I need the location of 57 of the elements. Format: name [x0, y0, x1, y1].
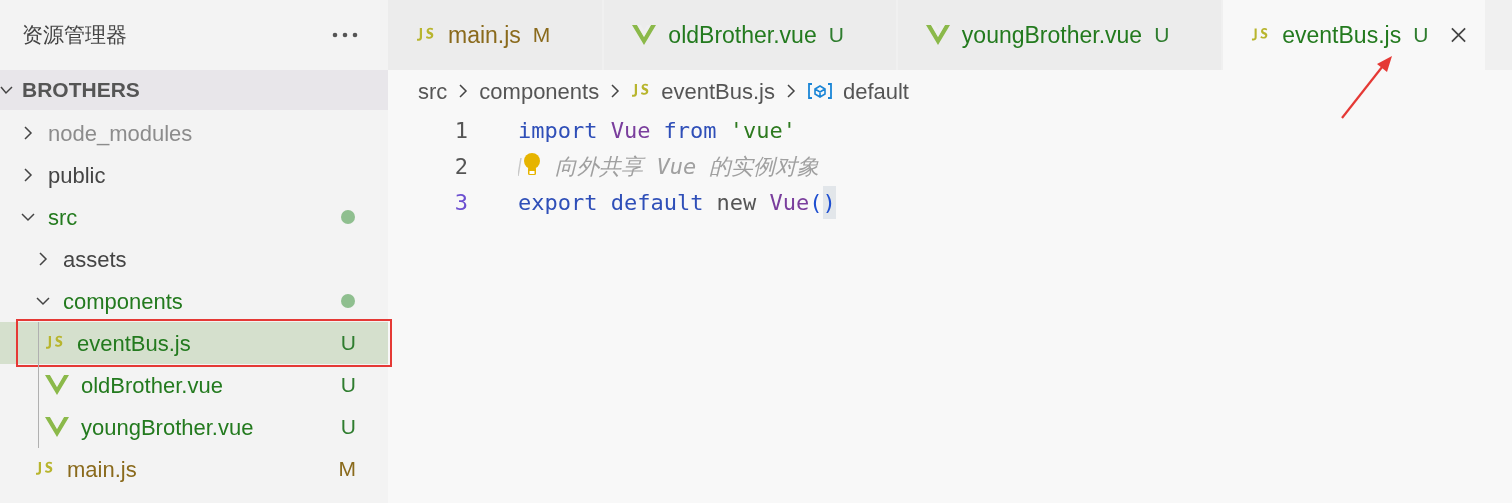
vue-icon: [45, 374, 69, 396]
git-status: U: [340, 330, 356, 357]
item-label: node_modules: [48, 119, 193, 148]
folder-item[interactable]: src: [0, 196, 388, 238]
editor-tab[interactable]: oldBrother.vue U: [604, 0, 896, 70]
vue-icon: [632, 24, 657, 46]
file-item[interactable]: eventBus.js U: [0, 322, 388, 364]
git-status: U: [340, 372, 356, 399]
code-token: (: [809, 188, 823, 217]
item-label: oldBrother.vue: [81, 371, 223, 400]
vue-icon: [925, 24, 950, 46]
workspace-name: BROTHERS: [22, 77, 140, 104]
code-token: Vue: [610, 116, 651, 145]
js-icon: [416, 27, 436, 43]
code-token: default: [610, 188, 704, 217]
code-token: ): [822, 185, 836, 219]
code-token: new: [716, 188, 757, 217]
close-icon[interactable]: [1450, 26, 1468, 44]
folder-item[interactable]: public: [0, 154, 388, 196]
git-status: U: [340, 414, 356, 441]
item-label: components: [63, 287, 183, 316]
item-label: main.js: [67, 455, 137, 484]
code-token: Vue: [769, 188, 810, 217]
code-token: from: [663, 116, 717, 145]
file-item[interactable]: youngBrother.vue U: [0, 406, 388, 448]
item-label: public: [48, 161, 106, 190]
breadcrumb-item[interactable]: default: [806, 74, 909, 108]
code-token: export: [518, 188, 598, 217]
folder-item[interactable]: node_modules: [0, 112, 388, 154]
breadcrumb-item[interactable]: eventBus.js: [631, 74, 775, 108]
file-item[interactable]: main.js M: [0, 448, 388, 490]
item-label: src: [48, 203, 78, 232]
item-label: assets: [63, 245, 127, 274]
item-label: youngBrother.vue: [81, 413, 254, 442]
code-token: import: [518, 116, 598, 145]
workspace-header[interactable]: BROTHERS: [0, 70, 388, 110]
panel-title: 资源管理器: [22, 22, 127, 49]
line-number: 2: [453, 152, 468, 181]
editor-tab[interactable]: youngBrother.vue U: [897, 0, 1222, 70]
more-icon[interactable]: [332, 32, 358, 38]
folder-item[interactable]: components: [0, 280, 388, 322]
item-label: eventBus.js: [77, 329, 191, 358]
code-token: 'vue': [729, 116, 796, 145]
line-number: 1: [453, 116, 468, 145]
breadcrumb-item[interactable]: src: [418, 74, 448, 108]
breadcrumb-item[interactable]: components: [479, 74, 600, 108]
symbol-icon: [806, 81, 833, 101]
code-token: 向外共享 Vue 的实例对象: [554, 152, 820, 181]
file-item[interactable]: oldBrother.vue U: [0, 364, 388, 406]
editor-tab[interactable]: main.js M: [388, 0, 603, 70]
js-icon: [45, 335, 65, 351]
editor-tab[interactable]: eventBus.js U: [1223, 0, 1486, 70]
vue-icon: [45, 416, 69, 438]
git-status: M: [338, 456, 356, 483]
folder-item[interactable]: assets: [0, 238, 388, 280]
line-number: 3: [453, 188, 468, 217]
js-icon: [35, 461, 55, 477]
